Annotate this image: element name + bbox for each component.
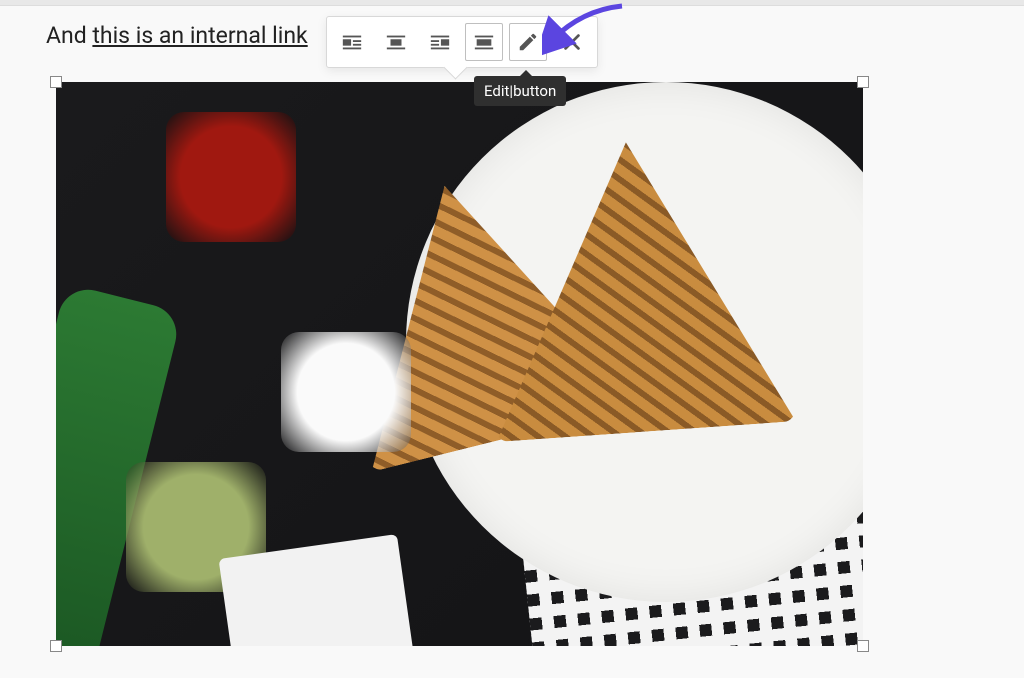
align-center-button[interactable] (377, 23, 415, 61)
sauce-white-decor (281, 332, 411, 452)
align-right-button[interactable] (421, 23, 459, 61)
resize-handle-bottom-left[interactable] (50, 640, 62, 652)
edit-button[interactable] (509, 23, 547, 61)
align-none-button[interactable] (465, 23, 503, 61)
image-toolbar (326, 16, 598, 68)
close-icon (561, 31, 583, 53)
align-left-icon (341, 31, 363, 53)
selected-image-wrapper[interactable] (56, 82, 863, 646)
align-left-button[interactable] (333, 23, 371, 61)
pencil-icon (517, 31, 539, 53)
align-none-icon (473, 31, 495, 53)
text-before-link: And (46, 22, 92, 49)
resize-handle-top-right[interactable] (857, 76, 869, 88)
edit-tooltip: Edit|button (474, 76, 566, 106)
text-after-link-head (308, 22, 314, 49)
internal-link[interactable]: this is an internal link (92, 22, 307, 49)
remove-button[interactable] (553, 23, 591, 61)
resize-handle-bottom-right[interactable] (857, 640, 869, 652)
resize-handle-top-left[interactable] (50, 76, 62, 88)
window-top-border (0, 0, 1024, 6)
align-center-icon (385, 31, 407, 53)
align-right-icon (429, 31, 451, 53)
selected-image[interactable] (56, 82, 863, 646)
sauce-red-decor (166, 112, 296, 242)
